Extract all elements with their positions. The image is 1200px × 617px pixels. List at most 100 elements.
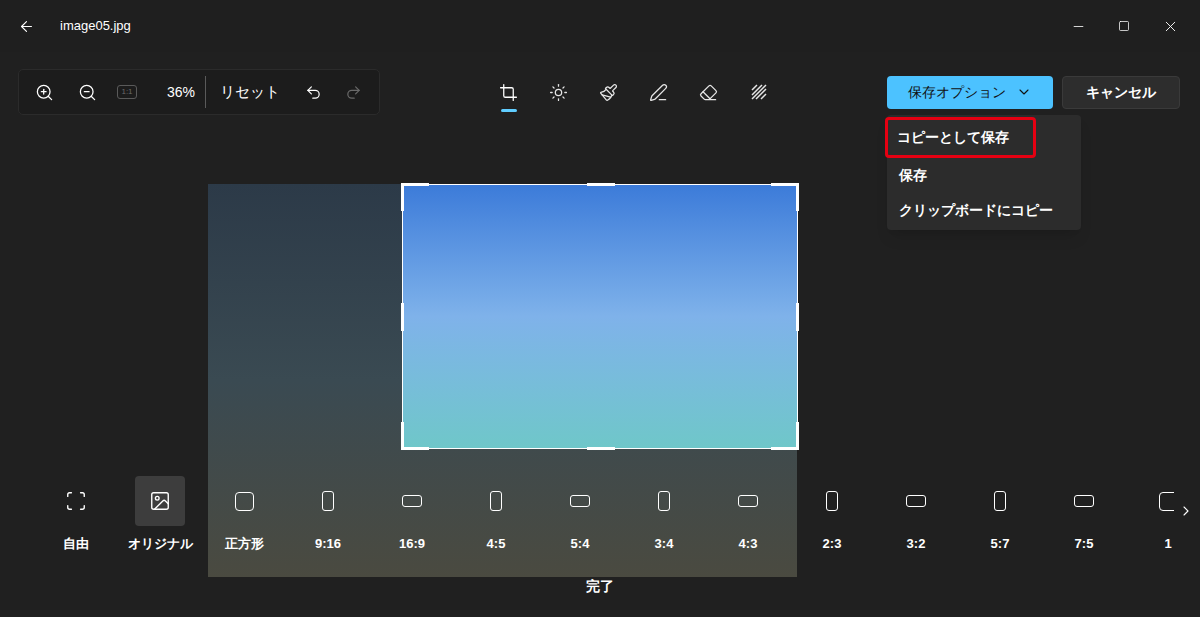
filter-brush-icon — [599, 83, 618, 102]
maximize-icon — [1118, 20, 1130, 32]
background-blur-icon — [749, 82, 769, 102]
minimize-button[interactable] — [1055, 0, 1101, 52]
zoom-in-icon — [35, 83, 54, 102]
aspect-ratio-option[interactable]: 自由 — [34, 476, 118, 554]
aspect-ratio-label: 5:4 — [571, 534, 590, 554]
portrait-ratio-icon — [490, 491, 502, 511]
aspect-ratio-option[interactable]: 3:2 — [874, 476, 958, 554]
crop-corner-handle[interactable] — [401, 183, 429, 211]
ratio-icon-box — [51, 476, 101, 526]
aspect-ratio-option[interactable]: オリジナル — [118, 476, 202, 554]
toolbar: 1:1 36% リセット 保存オプションキャンセル — [0, 68, 1200, 116]
crop-corner-handle[interactable] — [771, 422, 799, 450]
landscape-ratio-icon — [906, 495, 926, 507]
square-ratio-icon — [1159, 492, 1175, 511]
maximize-button[interactable] — [1101, 0, 1147, 52]
crop-edge-handle[interactable] — [587, 183, 615, 186]
undo-icon — [305, 84, 322, 101]
aspect-ratio-label: 7:5 — [1075, 534, 1094, 554]
aspect-ratio-label: 16:9 — [399, 534, 425, 554]
selected-tool-indicator — [501, 109, 517, 112]
zoom-in-button[interactable] — [32, 83, 56, 102]
aspect-ratio-label: 4:3 — [739, 534, 758, 554]
landscape-ratio-icon — [1074, 495, 1094, 507]
save-menu-item-label: 保存 — [887, 158, 927, 193]
photos-editor-window: image05.jpg 1:1 36% リセット 保存オプションキャンセル自由オリジナル… — [0, 0, 1200, 617]
aspect-ratio-label: 3:2 — [907, 534, 926, 554]
crop-corner-handle[interactable] — [771, 183, 799, 211]
save-options-button[interactable]: 保存オプション — [887, 76, 1053, 109]
aspect-ratio-label: オリジナル — [128, 534, 193, 554]
aspect-ratio-option[interactable]: 9:16 — [286, 476, 370, 554]
aspect-ratio-option[interactable]: 5:7 — [958, 476, 1042, 554]
save-menu-item-label: コピーとして保存 — [885, 117, 1036, 158]
close-button[interactable] — [1147, 0, 1193, 52]
undo-button[interactable] — [302, 84, 324, 101]
aspect-ratio-option[interactable]: 7:5 — [1042, 476, 1126, 554]
ratio-icon-box — [975, 476, 1025, 526]
edit-tool-button[interactable] — [484, 70, 534, 114]
aspect-ratio-label: 正方形 — [225, 534, 264, 554]
cancel-button[interactable]: キャンセル — [1062, 76, 1180, 109]
aspect-ratio-label: 4:5 — [487, 534, 506, 554]
actual-size-button[interactable]: 1:1 — [117, 85, 137, 99]
chevron-down-icon — [1016, 84, 1032, 100]
crop-edge-handle[interactable] — [587, 447, 615, 450]
ratio-icon-box — [639, 476, 689, 526]
save-menu-item[interactable]: 保存 — [887, 158, 1081, 193]
aspect-ratio-option[interactable]: 5:4 — [538, 476, 622, 554]
original-image-icon — [149, 490, 171, 512]
crop-area[interactable] — [402, 184, 798, 449]
aspect-ratio-option[interactable]: 4:5 — [454, 476, 538, 554]
back-button[interactable] — [16, 16, 36, 36]
edit-tool-button[interactable] — [584, 70, 634, 114]
edit-tool-button[interactable] — [734, 70, 784, 114]
ratio-icon-box — [471, 476, 521, 526]
landscape-ratio-icon — [738, 495, 758, 507]
edit-tool-button[interactable] — [534, 70, 584, 114]
ratio-icon-box — [1059, 476, 1109, 526]
title-bar: image05.jpg — [0, 0, 1200, 52]
edit-tool-button[interactable] — [684, 70, 734, 114]
edit-tool-button[interactable] — [634, 70, 684, 114]
ratio-icon-box — [891, 476, 941, 526]
crop-edge-handle[interactable] — [796, 303, 799, 331]
aspect-ratio-option[interactable]: 16:9 — [370, 476, 454, 554]
done-button[interactable]: 完了 — [580, 576, 620, 597]
save-menu-item[interactable]: コピーとして保存 — [887, 117, 1081, 158]
zoom-level: 36% — [167, 82, 195, 103]
crop-corner-handle[interactable] — [401, 422, 429, 450]
redo-button[interactable] — [342, 84, 364, 101]
crop-edge-handle[interactable] — [401, 303, 404, 331]
ratio-icon-box — [807, 476, 857, 526]
aspect-ratio-label: 3:4 — [655, 534, 674, 554]
ratio-icon-box — [303, 476, 353, 526]
aspect-ratio-option[interactable]: 正方形 — [202, 476, 286, 554]
save-menu-item[interactable]: クリップボードにコピー — [887, 193, 1081, 228]
landscape-ratio-icon — [402, 495, 422, 507]
close-icon — [1162, 18, 1179, 35]
free-crop-icon — [65, 490, 87, 512]
scroll-right-button[interactable] — [1178, 499, 1194, 523]
chevron-right-icon — [1178, 503, 1194, 519]
ratio-icon-box — [387, 476, 437, 526]
aspect-ratio-label: 1 — [1164, 534, 1171, 554]
portrait-ratio-icon — [994, 491, 1006, 511]
aspect-ratio-option[interactable]: 3:4 — [622, 476, 706, 554]
portrait-ratio-icon — [322, 491, 334, 511]
aspect-ratio-label: 9:16 — [315, 534, 341, 554]
markup-pen-icon — [649, 83, 668, 102]
aspect-ratio-option[interactable]: 4:3 — [706, 476, 790, 554]
portrait-ratio-icon — [658, 491, 670, 511]
window-controls — [1055, 0, 1200, 52]
ratio-icon-box — [1143, 476, 1174, 526]
aspect-ratio-option[interactable]: 2:3 — [790, 476, 874, 554]
save-menu-item-label: クリップボードにコピー — [887, 193, 1053, 228]
aspect-ratio-option[interactable]: 1 — [1126, 476, 1174, 554]
redo-icon — [345, 84, 362, 101]
retouch-eraser-icon — [699, 83, 718, 102]
portrait-ratio-icon — [826, 491, 838, 511]
zoom-out-button[interactable] — [75, 83, 99, 102]
ratio-icon-box — [219, 476, 269, 526]
reset-button[interactable]: リセット — [220, 81, 280, 104]
